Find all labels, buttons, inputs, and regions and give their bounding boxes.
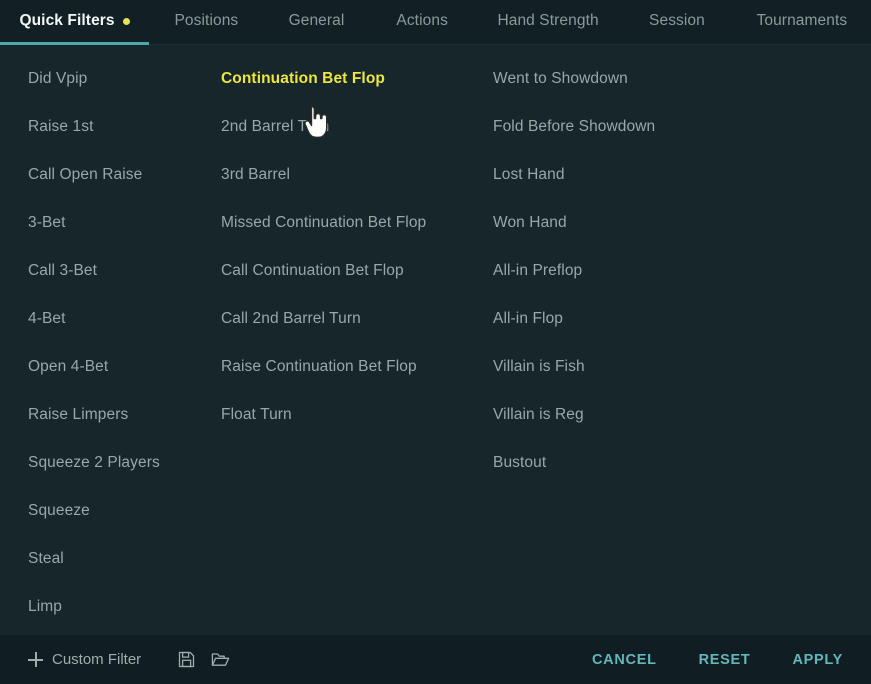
reset-button[interactable]: RESET [699, 646, 751, 674]
filter-item[interactable]: Went to Showdown [493, 55, 871, 103]
tab-label: Hand Strength [497, 12, 599, 29]
filter-item[interactable]: Raise Continuation Bet Flop [221, 343, 493, 391]
tab-general[interactable]: General [264, 0, 370, 45]
filter-item[interactable]: Villain is Reg [493, 391, 871, 439]
filter-item[interactable]: Limp [28, 583, 221, 631]
filter-item[interactable]: Raise Limpers [28, 391, 221, 439]
plus-icon [28, 652, 43, 667]
filter-item[interactable]: Fold Before Showdown [493, 103, 871, 151]
filter-item[interactable]: Lost Hand [493, 151, 871, 199]
filter-item-selected[interactable]: Continuation Bet Flop [221, 55, 493, 103]
tab-session[interactable]: Session [621, 0, 733, 45]
tab-label: Quick Filters [19, 12, 115, 29]
filter-item[interactable]: Call 2nd Barrel Turn [221, 295, 493, 343]
apply-button[interactable]: APPLY [792, 646, 843, 674]
footer-actions-group: CANCEL RESET APPLY [592, 646, 843, 674]
tab-label: General [288, 12, 345, 29]
filter-list-panel: Did Vpip Raise 1st Call Open Raise 3-Bet… [0, 45, 871, 635]
filter-item[interactable]: Raise 1st [28, 103, 221, 151]
add-custom-filter-button[interactable]: Custom Filter [28, 651, 169, 668]
filter-item[interactable]: Bustout [493, 439, 871, 487]
filter-item[interactable]: Float Turn [221, 391, 493, 439]
tab-label: Actions [396, 12, 448, 29]
cancel-button[interactable]: CANCEL [592, 646, 657, 674]
tab-label: Positions [174, 12, 239, 29]
footer-left-group: Custom Filter [28, 645, 237, 675]
filter-item[interactable]: Won Hand [493, 199, 871, 247]
filter-item[interactable]: Open 4-Bet [28, 343, 221, 391]
tab-modified-dot-icon [122, 18, 130, 25]
tab-tournaments[interactable]: Tournaments [733, 0, 871, 45]
filter-item[interactable]: All-in Preflop [493, 247, 871, 295]
tab-positions[interactable]: Positions [149, 0, 264, 45]
save-floppy-icon[interactable] [169, 645, 203, 675]
filter-item[interactable]: Call Continuation Bet Flop [221, 247, 493, 295]
filter-item[interactable]: Did Vpip [28, 55, 221, 103]
filter-item[interactable]: Call Open Raise [28, 151, 221, 199]
filter-column-outcome: Went to Showdown Fold Before Showdown Lo… [493, 55, 871, 487]
tab-label: Session [649, 12, 705, 29]
filter-item[interactable]: 4-Bet [28, 295, 221, 343]
quick-filters-dialog: Quick Filters Positions General Actions … [0, 0, 871, 684]
filter-column-postflop: Continuation Bet Flop 2nd Barrel Turn 3r… [221, 55, 493, 439]
filter-item[interactable]: Steal [28, 535, 221, 583]
filter-column-preflop: Did Vpip Raise 1st Call Open Raise 3-Bet… [0, 55, 221, 631]
tab-hand-strength[interactable]: Hand Strength [475, 0, 621, 45]
filter-item[interactable]: 3-Bet [28, 199, 221, 247]
filter-item[interactable]: Squeeze [28, 487, 221, 535]
filter-item[interactable]: Call 3-Bet [28, 247, 221, 295]
filter-item[interactable]: 2nd Barrel Turn [221, 103, 493, 151]
filter-item[interactable]: Missed Continuation Bet Flop [221, 199, 493, 247]
tab-quick-filters[interactable]: Quick Filters [0, 0, 150, 45]
filter-item[interactable]: Villain is Fish [493, 343, 871, 391]
dialog-footer: Custom Filter CANCEL RESET APPLY [0, 635, 871, 684]
tab-actions[interactable]: Actions [369, 0, 475, 45]
open-folder-icon[interactable] [203, 645, 237, 675]
custom-filter-label: Custom Filter [52, 651, 142, 668]
tab-label: Tournaments [756, 12, 848, 29]
filter-item[interactable]: All-in Flop [493, 295, 871, 343]
filter-tab-bar: Quick Filters Positions General Actions … [0, 0, 871, 45]
filter-item[interactable]: 3rd Barrel [221, 151, 493, 199]
filter-item[interactable]: Squeeze 2 Players [28, 439, 221, 487]
